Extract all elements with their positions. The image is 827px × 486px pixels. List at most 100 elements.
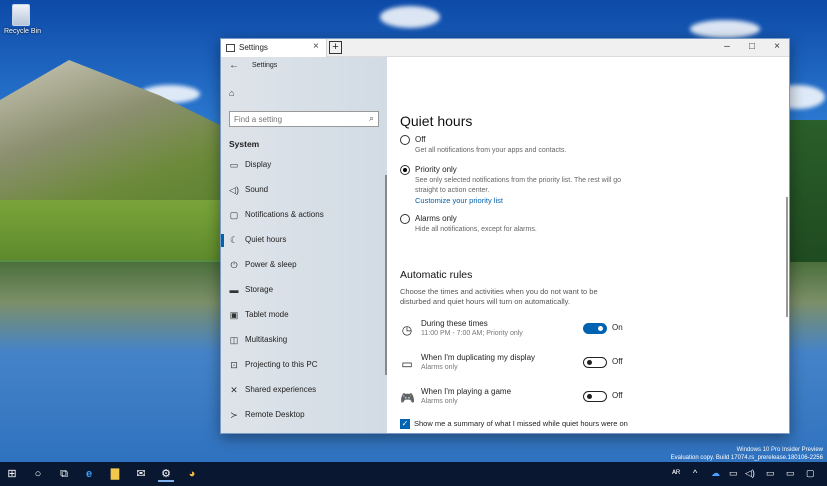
new-tab-button[interactable]: + [329,41,342,54]
section-title: System [229,139,260,149]
rule-toggle[interactable] [583,357,607,368]
radio-button[interactable] [400,165,410,175]
automatic-rule[interactable]: 🎮 When I'm playing a game Alarms only Off [400,387,785,413]
automatic-rules-heading: Automatic rules [400,269,473,281]
rule-title: During these times [421,319,488,328]
sidebar-item-label: Power & sleep [245,260,297,269]
tab-settings[interactable]: Settings × [221,39,327,57]
window-icon [226,44,235,52]
content-scrollbar[interactable] [786,197,788,317]
display-tray-icon[interactable]: ▭ [786,468,795,479]
watermark-line: Evaluation copy. Build 17074.rs_prerelea… [670,455,823,461]
sidebar-item-quiet-hours[interactable]: ☾ Quiet hours [221,230,387,255]
rule-subtitle: Alarms only [421,364,458,371]
radio-button[interactable] [400,135,410,145]
sidebar-item-display[interactable]: ▭ Display [221,155,387,180]
rule-toggle[interactable] [583,391,607,402]
build-watermark: Windows 10 Pro Insider Preview Evaluatio… [671,446,823,462]
action-center-icon[interactable]: ▢ [806,468,815,479]
nav-title: Settings [252,62,278,69]
edge-icon[interactable]: e [81,466,97,482]
cortana-icon[interactable]: ○ [30,466,46,482]
content-pane: Quiet hours Off Get all notifications fr… [387,57,789,433]
notifications-icon: ▢ [229,210,239,220]
sound-icon: ◁) [229,185,239,195]
meadow [0,200,230,260]
sidebar-item-label: Storage [245,285,274,294]
volume-icon[interactable]: ◁) [745,468,755,479]
option-description: See only selected notifications from the… [415,177,622,194]
option-description: Hide all notifications, except for alarm… [415,226,537,233]
projecting-icon: ⊡ [230,360,238,370]
option-label: Alarms only [415,214,457,223]
search-box[interactable]: ⌕ [229,111,379,127]
sidebar-item-label: Remote Desktop [245,410,305,419]
option-label: Off [415,135,426,144]
file-explorer-icon[interactable]: ▇ [107,466,123,482]
rule-title: When I'm duplicating my display [421,353,536,362]
sidebar-item-power-sleep[interactable]: ⏻ Power & sleep [221,255,387,280]
network-icon[interactable]: ▭ [729,468,738,479]
rule-subtitle: Alarms only [421,398,458,405]
mail-icon[interactable]: ✉ [133,466,149,482]
sidebar-item-label: Display [245,160,272,169]
sidebar-item-shared-experiences[interactable]: ✕ Shared experiences [221,380,387,405]
power-icon: ⏻ [230,260,238,270]
settings-nav: ← Settings ⌂ ⌕ System ▭ Display ◁) Sound ▢ No… [221,57,387,433]
search-icon[interactable]: ⌕ [369,113,374,124]
cloud [690,20,760,38]
tab-title: Settings [239,43,268,52]
gamepad-icon: 🎮 [400,391,415,405]
sidebar-item-storage[interactable]: ▬ Storage [221,280,387,305]
automatic-rule[interactable]: ◷ During these times 11:00 PM - 7:00 AM; P… [400,319,785,345]
sidebar-item-label: Tablet mode [245,310,289,319]
onedrive-icon[interactable]: ☁ [711,468,720,479]
close-button[interactable]: × [767,41,787,52]
rule-toggle[interactable] [583,323,607,334]
tab-close-icon[interactable]: × [313,41,319,52]
rule-title: When I'm playing a game [421,387,512,396]
sidebar-item-notifications-actions[interactable]: ▢ Notifications & actions [221,205,387,230]
option-label: Priority only [415,165,457,174]
paint-icon[interactable]: ◕ [184,466,200,482]
search-input[interactable] [234,114,362,125]
start-icon[interactable]: ⊞ [4,466,20,482]
recycle-bin-icon [12,4,30,26]
minimize-button[interactable]: – [717,41,737,52]
settings-taskbar-icon[interactable]: ⚙ [158,466,174,482]
automatic-rule[interactable]: ▭ When I'm duplicating my display Alarms o… [400,353,785,379]
forest [790,120,827,270]
monitor-icon: ▭ [401,357,413,371]
active-indicator [221,234,224,247]
recycle-bin[interactable]: Recycle Bin [4,4,41,35]
sidebar-item-tablet-mode[interactable]: ▣ Tablet mode [221,305,387,330]
shared-experiences-icon: ✕ [230,385,238,395]
sidebar-item-label: Notifications & actions [245,210,324,219]
sidebar-item-multitasking[interactable]: ◫ Multitasking [221,330,387,355]
moon-icon: ☾ [229,235,239,245]
language-icon[interactable]: ᴬᴿ [672,468,680,478]
remote-desktop-icon: ≻ [230,410,238,420]
customize-priority-link[interactable]: Customize your priority list [415,196,503,205]
sidebar-item-projecting-to-this-pc[interactable]: ⊡ Projecting to this PC [221,355,387,380]
keyboard-icon[interactable]: ▭ [766,468,775,479]
chevron-up-icon[interactable]: ^ [693,468,697,478]
storage-icon: ▬ [229,285,239,295]
maximize-button[interactable]: □ [742,41,762,52]
task-view-icon[interactable]: ⧉ [56,466,72,482]
summary-checkbox-label: Show me a summary of what I missed while… [414,419,628,428]
tablet-icon: ▣ [229,310,239,320]
check-icon[interactable]: ✓ [400,419,410,429]
sidebar-item-sound[interactable]: ◁) Sound [221,180,387,205]
cloud [380,6,440,28]
rule-subtitle: 11:00 PM - 7:00 AM; Priority only [421,330,523,337]
sidebar-item-label: Multitasking [245,335,288,344]
sidebar-item-label: Shared experiences [245,385,317,394]
back-arrow-icon[interactable]: ← [229,60,239,71]
recycle-bin-label: Recycle Bin [4,28,41,35]
toggle-state-label: Off [612,357,623,366]
radio-button[interactable] [400,214,410,224]
sidebar-item-remote-desktop[interactable]: ≻ Remote Desktop [221,405,387,430]
home-icon[interactable]: ⌂ [229,88,234,98]
automatic-rules-description: Choose the times and activities when you… [400,287,598,306]
